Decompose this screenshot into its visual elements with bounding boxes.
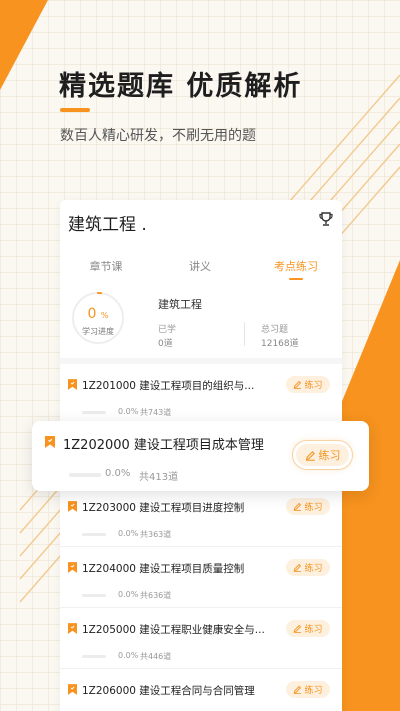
chapter-progress-bar	[82, 533, 106, 536]
pencil-icon	[294, 380, 302, 389]
highlighted-chapter-card[interactable]: 1Z202000 建设工程项目成本管理 0.0% 共413道 练习	[32, 421, 369, 491]
chapter-title: 1Z204000 建设工程项目质量控制	[82, 563, 245, 575]
promo-subline: 数百人精心研发，不刷无用的题	[60, 128, 256, 144]
chapter-progress-percent: 0.0%	[118, 529, 139, 538]
tab-key-point-practice[interactable]: 考点练习	[256, 258, 336, 274]
card-title[interactable]: 建筑工程 .	[68, 210, 147, 235]
chapter-progress-percent: 0.0%	[118, 651, 139, 660]
chapter-question-total: 共636道	[140, 591, 172, 600]
chapter-title: 1Z205000 建设工程职业健康安全与...	[82, 624, 265, 636]
practice-button[interactable]: 练习	[286, 681, 330, 698]
total-value: 12168道	[261, 339, 299, 349]
chapter-progress-bar	[82, 411, 106, 414]
progress-value: 0 %	[70, 306, 126, 322]
subject-name: 建筑工程	[158, 298, 202, 311]
popup-question-total: 共413道	[139, 472, 179, 483]
practice-button[interactable]: 练习	[286, 498, 330, 515]
chapter-row[interactable]: 1Z204000 建设工程项目质量控制 练习 0.0% 共636道	[60, 547, 342, 608]
chapter-progress-bar	[82, 655, 106, 658]
chapter-question-total: 共446道	[140, 652, 172, 661]
bookmark-icon	[68, 562, 77, 573]
bookmark-icon	[68, 623, 77, 634]
pencil-icon	[294, 685, 302, 694]
chapter-progress-bar	[82, 594, 106, 597]
chapter-progress-percent: 0.0%	[118, 407, 139, 416]
pencil-icon	[294, 624, 302, 633]
tab-chapter-course[interactable]: 章节课	[66, 258, 146, 274]
popup-progress-percent: 0.0%	[105, 468, 131, 479]
practice-button[interactable]: 练习	[286, 376, 330, 393]
chapter-row[interactable]: 1Z203000 建设工程项目进度控制 练习 0.0% 共363道	[60, 486, 342, 547]
chapter-title: 1Z201000 建设工程项目的组织与...	[82, 380, 255, 392]
bookmark-icon	[68, 501, 77, 512]
headline-underline	[60, 108, 90, 112]
progress-unit: %	[100, 311, 109, 320]
learned-value: 0道	[158, 339, 173, 349]
chapter-question-total: 共743道	[140, 408, 172, 417]
tab-bar: 章节课 讲义 考点练习	[60, 258, 342, 282]
learned-label: 已学	[158, 325, 177, 335]
practice-label: 练习	[304, 381, 323, 391]
progress-number: 0	[87, 306, 97, 322]
progress-label: 学习进度	[82, 327, 114, 336]
chapter-title: 1Z203000 建设工程项目进度控制	[82, 502, 245, 514]
bookmark-icon	[68, 684, 77, 695]
practice-label: 练习	[304, 686, 323, 696]
pencil-icon	[294, 502, 302, 511]
chapter-question-total: 共363道	[140, 530, 172, 539]
tab-lecture-notes[interactable]: 讲义	[160, 258, 240, 274]
popup-practice-label: 练习	[318, 449, 341, 462]
promo-headline: 精选题库 优质解析	[59, 71, 303, 102]
pencil-icon	[305, 450, 315, 461]
practice-label: 练习	[304, 625, 323, 635]
top-left-orange-triangle	[0, 0, 48, 90]
chapter-row[interactable]: 1Z201000 建设工程项目的组织与... 练习 0.0% 共743道	[60, 364, 342, 425]
popup-chapter-title: 1Z202000 建设工程项目成本管理	[63, 438, 264, 453]
popup-practice-button-ring: 练习	[292, 440, 353, 470]
popup-practice-button[interactable]: 练习	[296, 444, 349, 466]
practice-button[interactable]: 练习	[286, 620, 330, 637]
popup-progress-bar	[69, 473, 101, 477]
chapter-row[interactable]: 1Z205000 建设工程职业健康安全与... 练习 0.0% 共446道	[60, 608, 342, 669]
practice-label: 练习	[304, 503, 323, 513]
stats-divider	[244, 322, 245, 346]
total-label: 总习题	[261, 325, 289, 335]
practice-label: 练习	[304, 564, 323, 574]
chapter-row[interactable]: 1Z206000 建设工程合同与合同管理 练习	[60, 669, 342, 711]
chapter-title: 1Z206000 建设工程合同与合同管理	[82, 685, 255, 697]
trophy-icon[interactable]	[318, 211, 334, 227]
active-tab-indicator	[289, 278, 303, 280]
pencil-icon	[294, 563, 302, 572]
bookmark-icon	[45, 436, 55, 448]
bookmark-icon	[68, 379, 77, 390]
practice-button[interactable]: 练习	[286, 559, 330, 576]
chapter-progress-percent: 0.0%	[118, 590, 139, 599]
